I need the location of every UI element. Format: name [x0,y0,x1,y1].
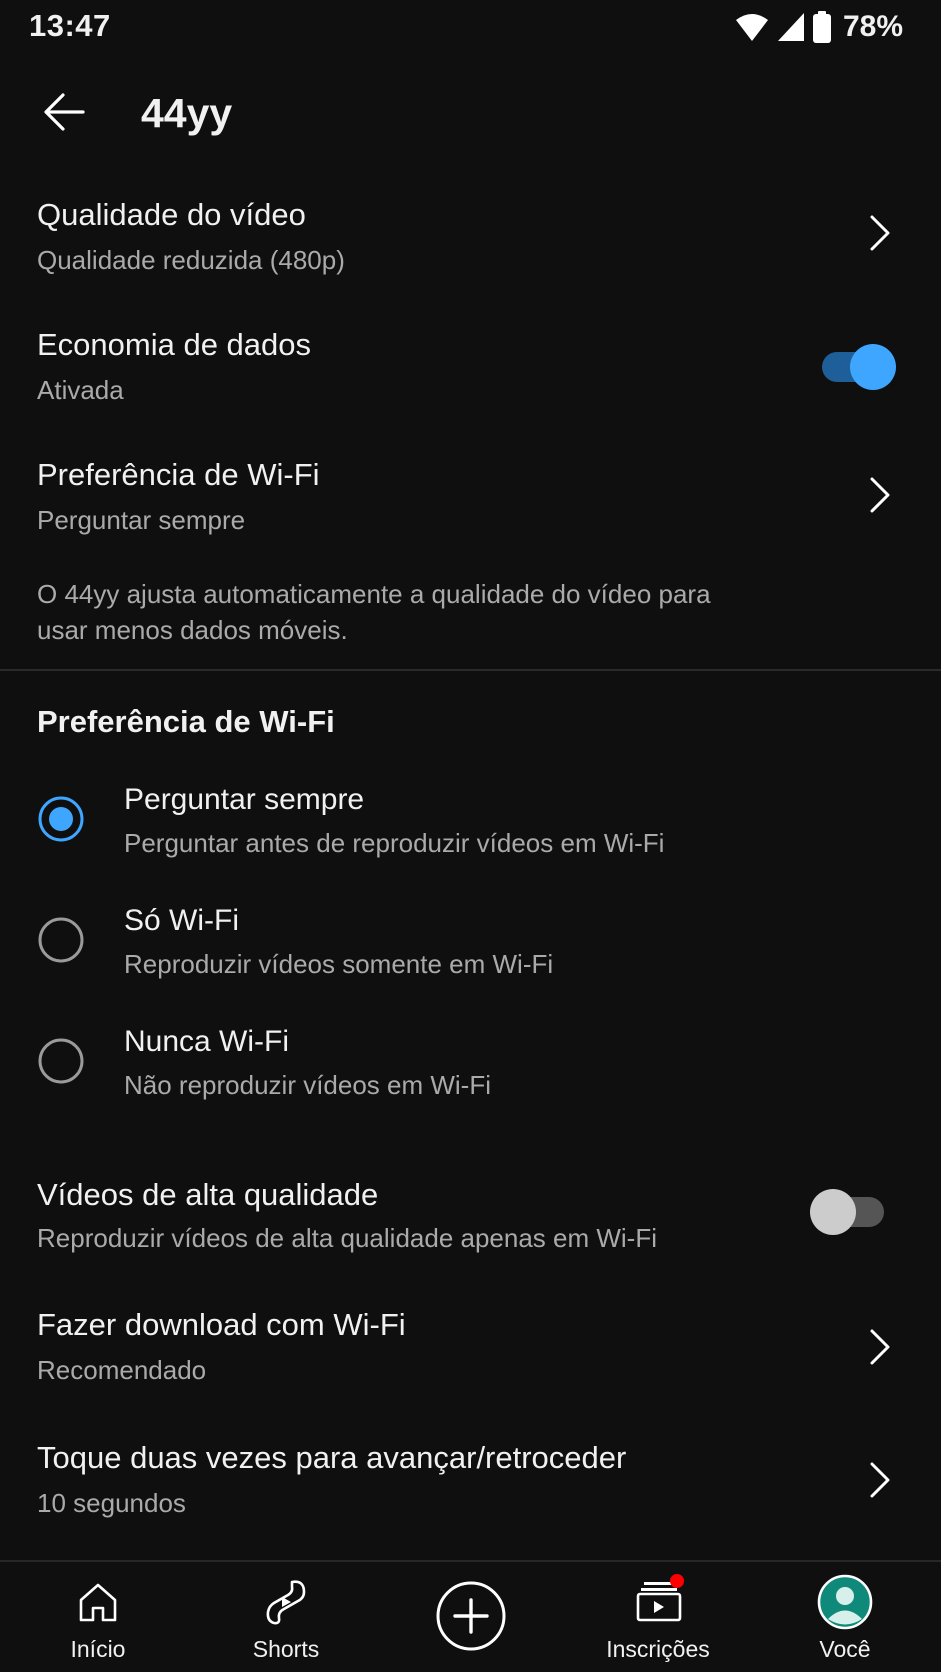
section-divider [0,669,941,671]
radio-unselected-icon[interactable] [37,1037,85,1085]
nav-item-you[interactable]: Você [751,1562,939,1672]
nav-item-home[interactable]: Início [4,1562,192,1672]
nav-label: Você [819,1636,871,1662]
wifi-option-wifi-only[interactable]: Só Wi-Fi Reproduzir vídeos somente em Wi… [0,891,941,1001]
data-saver-title: Economia de dados [37,327,312,362]
status-time: 13:47 [29,8,111,43]
battery-icon [812,11,831,43]
home-icon [79,1583,117,1622]
shorts-icon [266,1580,306,1625]
option-title: Só Wi-Fi [124,904,239,937]
top-app-bar: 44yy [0,70,941,156]
nav-item-shorts[interactable]: Shorts [192,1562,380,1672]
double-tap-setting[interactable]: Toque duas vezes para avançar/retroceder… [0,1423,941,1543]
page-title: 44yy [141,90,233,136]
wifi-preference-value: Perguntar sempre [37,505,246,535]
nav-label: Inscrições [606,1636,710,1662]
download-wifi-title: Fazer download com Wi-Fi [37,1307,406,1342]
chevron-right-icon [870,215,890,251]
nav-label: Shorts [252,1636,320,1662]
double-tap-title: Toque duas vezes para avançar/retroceder [37,1440,627,1475]
option-subtitle: Perguntar antes de reproduzir vídeos em … [124,828,665,858]
settings-screen: 13:47 78% 44yy Qualidade do vídeo Qualid… [0,0,941,1672]
nav-item-create[interactable] [377,1562,565,1672]
hq-videos-toggle[interactable] [810,1187,888,1235]
wifi-option-never-wifi[interactable]: Nunca Wi-Fi Não reproduzir vídeos em Wi-… [0,1012,941,1122]
data-saver-value: Ativada [37,375,124,405]
subscriptions-icon [636,1574,684,1622]
notification-badge [670,1574,684,1588]
hq-videos-value: Reproduzir vídeos de alta qualidade apen… [37,1223,658,1253]
option-subtitle: Reproduzir vídeos somente em Wi-Fi [124,949,554,979]
cell-signal-icon [777,13,804,41]
hq-videos-setting[interactable]: Vídeos de alta qualidade Reproduzir víde… [0,1160,941,1270]
video-quality-value: Qualidade reduzida (480p) [37,245,345,275]
download-wifi-value: Recomendado [37,1355,207,1385]
wifi-preference-title: Preferência de Wi-Fi [37,457,320,492]
hq-videos-title: Vídeos de alta qualidade [37,1177,379,1212]
nav-item-subscriptions[interactable]: Inscrições [564,1562,752,1672]
wifi-option-ask-always[interactable]: Perguntar sempre Perguntar antes de repr… [0,770,941,880]
double-tap-value: 10 segundos [37,1488,186,1518]
wifi-section-title: Preferência de Wi-Fi [37,704,335,739]
chevron-right-icon [870,1462,890,1498]
wifi-icon [735,14,768,41]
back-button[interactable] [36,84,92,140]
option-title: Perguntar sempre [124,783,365,816]
create-plus-icon [436,1581,506,1651]
option-subtitle: Não reproduzir vídeos em Wi-Fi [124,1070,491,1100]
video-quality-setting[interactable]: Qualidade do vídeo Qualidade reduzida (4… [0,180,941,300]
video-quality-title: Qualidade do vídeo [37,197,306,232]
avatar-icon [817,1574,873,1630]
download-wifi-setting[interactable]: Fazer download com Wi-Fi Recomendado [0,1290,941,1410]
radio-selected-icon[interactable] [37,795,85,843]
data-saver-toggle[interactable] [818,342,896,390]
nav-label: Início [70,1636,126,1662]
bottom-navigation: Início Shorts Inscrições Você [0,1560,941,1672]
wifi-preference-setting[interactable]: Preferência de Wi-Fi Perguntar sempre [0,440,941,550]
option-title: Nunca Wi-Fi [124,1025,290,1058]
battery-percentage: 78% [842,10,903,43]
status-icons: 78% [735,10,903,44]
chevron-right-icon [870,1329,890,1365]
chevron-right-icon [870,477,890,513]
radio-unselected-icon[interactable] [37,916,85,964]
arrow-left-icon [44,93,85,131]
data-saver-setting[interactable]: Economia de dados Ativada [0,310,941,430]
data-saver-note: O 44yy ajusta automaticamente a qualidad… [37,579,711,645]
status-bar: 13:47 78% [0,0,941,56]
